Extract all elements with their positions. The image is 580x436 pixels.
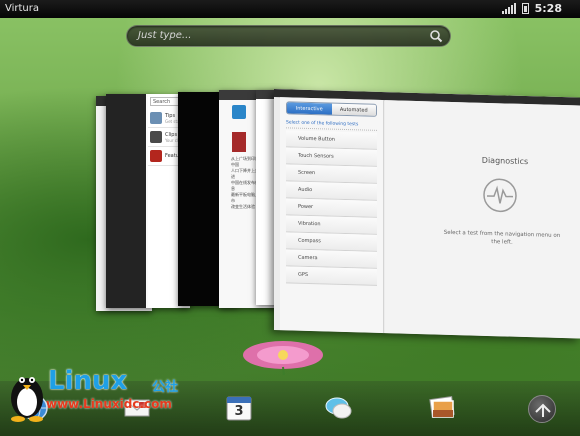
tux-penguin-logo [11,377,43,422]
search-icon[interactable] [429,29,443,43]
calendar-day: 3 [234,404,244,419]
diagnostics-title: Diagnostics [481,155,529,167]
status-app-name: Virtura [5,3,40,14]
messaging-icon[interactable] [324,393,354,423]
status-clock: 5:28 [534,2,562,15]
heartbeat-icon [483,178,517,213]
photos-icon[interactable] [427,393,457,423]
status-bar: Virtura 5:28 [0,0,580,18]
clips-icon [150,131,162,143]
diagnostics-card[interactable]: Interactive Automated Select one of the … [274,89,580,339]
arrow-up-icon [535,403,551,417]
app-icon [232,105,246,119]
mode-tabs: Interactive Automated [286,101,377,117]
featured-icon [150,150,162,162]
battery-icon [521,3,529,14]
test-gps[interactable]: GPS [286,266,377,286]
watermark-brand-cn: 公社 [152,380,179,395]
select-label: Select one of the following tests [286,120,377,131]
tips-icon [150,112,162,124]
search-placeholder: Just type... [138,30,192,41]
watermark-url: www.Linuxidc.com [46,397,172,411]
diagnostics-message: Select a test from the navigation menu o… [443,229,561,246]
list-item-title: Tips [165,112,176,119]
tab-interactive[interactable]: Interactive [287,102,332,115]
launcher-button[interactable] [528,395,556,423]
status-icons: 5:28 [501,2,562,15]
diagnostics-detail: Diagnostics Select a test from the navig… [385,100,580,339]
search-bar[interactable]: Just type... [126,25,451,47]
thumbnail-image [232,132,246,152]
watermark-brand: Linux [48,366,128,396]
signal-icon [501,3,516,14]
diagnostics-nav: Interactive Automated Select one of the … [280,97,384,334]
flower-image [243,341,323,375]
list-item-title: Clips [165,131,178,138]
calendar-icon[interactable]: 3 [224,393,254,423]
tab-automated[interactable]: Automated [331,103,376,116]
